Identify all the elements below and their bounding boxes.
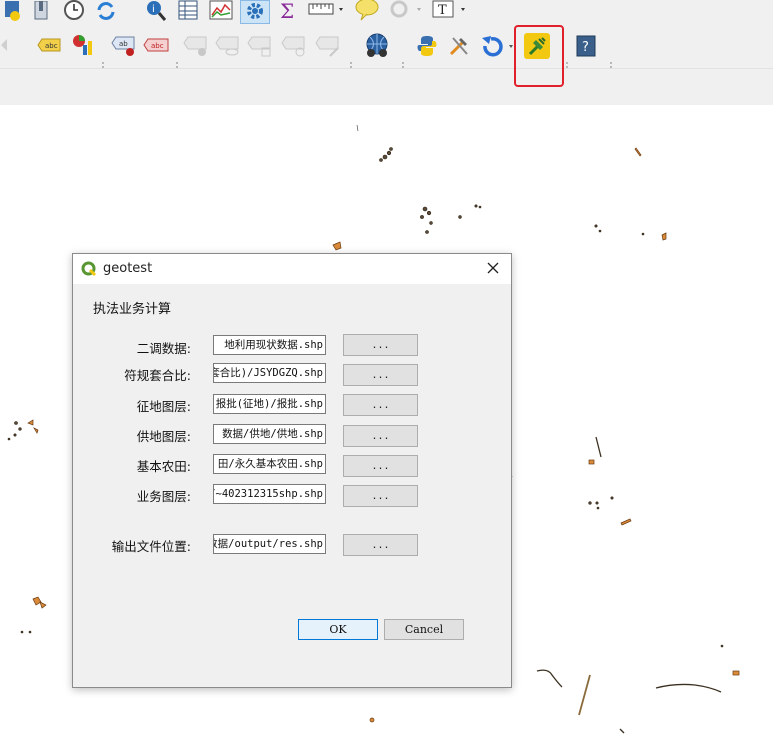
svg-text:ab: ab — [119, 40, 128, 48]
row-label-erdiao: 二调数据: — [136, 341, 191, 356]
zoom-to-selection-icon[interactable] — [386, 0, 428, 22]
gongdi-input[interactable]: ‎数据/供地/供地.shp‎ — [213, 424, 326, 444]
help-icon[interactable]: ? — [574, 34, 598, 58]
toolbar-top: i Σ T — [0, 0, 773, 26]
group-label: 执法业务计算 — [93, 302, 172, 317]
label-edit-icon[interactable] — [314, 34, 342, 58]
row-label-fugui: 符规套合比: — [124, 368, 191, 383]
geotest-dialog: geotest 执法业务计算 二调数据: ‎地利用现状数据.shp‎ ... 符… — [72, 253, 512, 688]
annotation-icon[interactable] — [352, 0, 382, 22]
qgis-logo-icon — [81, 261, 97, 281]
row-label-zhengdi: 征地图层: — [136, 399, 191, 414]
dialog-title: geotest — [103, 261, 153, 276]
row-label-jibennongtian: 基本农田: — [136, 459, 191, 474]
globe-icon[interactable] — [362, 32, 392, 60]
label-abc-icon[interactable]: abc — [36, 34, 62, 56]
processing-gear-icon[interactable] — [240, 0, 270, 24]
fugui-input[interactable]: ‎套合比)/JSYDGZQ.shp‎ — [213, 363, 326, 383]
label-rotate-icon[interactable] — [214, 34, 242, 58]
output-browse-button[interactable]: ... — [343, 534, 418, 556]
label-move-icon[interactable] — [182, 34, 210, 58]
zhengdi-input[interactable]: ‎报批(征地)/报批.shp‎ — [213, 394, 326, 414]
label-pin-icon[interactable]: ab — [110, 34, 138, 58]
python-icon[interactable] — [414, 34, 440, 58]
dialog-titlebar[interactable]: geotest — [73, 254, 511, 284]
jibennongtian-browse-button[interactable]: ... — [343, 455, 418, 477]
zhengdi-browse-button[interactable]: ... — [343, 394, 418, 416]
svg-text:Σ: Σ — [280, 0, 294, 22]
toolbar-labels: abc ab abc ? — [0, 26, 773, 82]
svg-text:abc: abc — [151, 42, 164, 50]
text-label-icon[interactable]: T — [430, 0, 472, 22]
row-label-yewu: 业务图层: — [136, 489, 191, 504]
close-icon[interactable] — [485, 260, 501, 276]
erdiao-browse-button[interactable]: ... — [343, 334, 418, 356]
svg-text:i: i — [152, 4, 155, 15]
identify-icon[interactable]: i — [144, 0, 168, 22]
label-remove-icon[interactable]: abc — [142, 34, 170, 56]
diagram-icon[interactable] — [70, 32, 96, 58]
statistics-sum-icon[interactable]: Σ — [276, 0, 300, 22]
yewu-input[interactable]: ‎/~402312315shp.shp‎ — [213, 484, 326, 504]
gongdi-browse-button[interactable]: ... — [343, 425, 418, 447]
row-label-output: 输出文件位置: — [111, 539, 191, 554]
field-calculator-icon[interactable] — [208, 0, 234, 22]
undo-icon[interactable] — [478, 34, 518, 58]
measure-ruler-icon[interactable] — [306, 0, 348, 22]
plugin-manager-icon[interactable] — [2, 0, 22, 22]
toolbar-empty — [0, 68, 773, 106]
svg-text:?: ? — [582, 40, 589, 55]
label-pin-2-icon[interactable] — [280, 34, 308, 58]
toolbar-handle[interactable] — [0, 32, 12, 58]
svg-text:T: T — [438, 3, 447, 18]
ok-button[interactable]: OK — [298, 619, 378, 640]
fugui-browse-button[interactable]: ... — [343, 364, 418, 386]
row-label-gongdi: 供地图层: — [136, 429, 191, 444]
attribute-table-icon[interactable] — [176, 0, 200, 22]
label-change-icon[interactable] — [246, 34, 274, 58]
erdiao-input[interactable]: ‎地利用现状数据.shp‎ — [213, 335, 326, 355]
output-input[interactable]: ‎数据/output/res.shp‎ — [213, 534, 326, 554]
clip-icon[interactable] — [30, 0, 52, 22]
svg-text:abc: abc — [45, 42, 58, 50]
clock-icon[interactable] — [62, 0, 86, 22]
yewu-browse-button[interactable]: ... — [343, 485, 418, 507]
tools-icon[interactable] — [446, 34, 472, 58]
highlight-box — [514, 25, 564, 87]
cancel-button[interactable]: Cancel — [384, 619, 464, 640]
refresh-icon[interactable] — [94, 0, 118, 22]
jibennongtian-input[interactable]: ‎田/永久基本农田.shp‎ — [213, 454, 326, 474]
